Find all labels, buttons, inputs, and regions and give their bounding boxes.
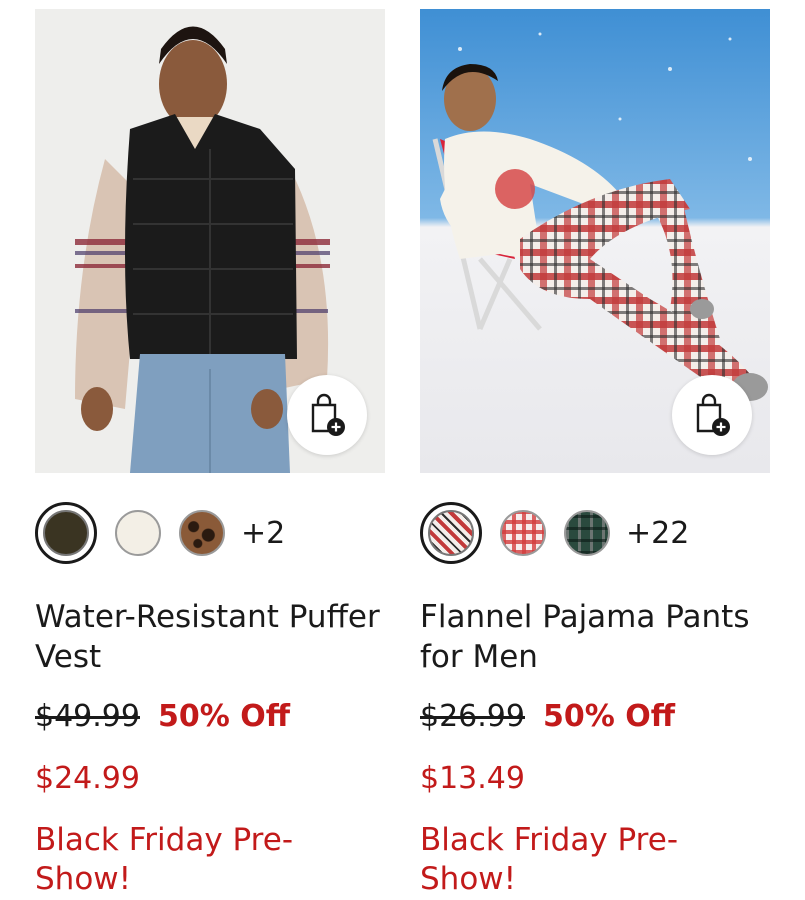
price-row: $26.99 50% Off xyxy=(420,699,675,734)
add-to-bag-button[interactable] xyxy=(287,375,367,455)
original-price: $26.99 xyxy=(420,699,525,734)
swatch-leopard[interactable] xyxy=(179,510,225,556)
shopping-bag-plus-icon xyxy=(696,393,730,436)
product-title[interactable]: Flannel Pajama Pants for Men xyxy=(420,597,770,677)
color-swatches: +2 xyxy=(35,501,285,565)
add-to-bag-button[interactable] xyxy=(672,375,752,455)
original-price: $49.99 xyxy=(35,699,140,734)
swatch-red-plaid[interactable] xyxy=(420,502,482,564)
product-card[interactable]: +22 Flannel Pajama Pants for Men $26.99 … xyxy=(420,9,770,897)
discount-label: 50% Off xyxy=(157,699,291,734)
swatch-black[interactable] xyxy=(35,502,97,564)
more-colors-count[interactable]: +2 xyxy=(241,516,285,551)
product-image[interactable] xyxy=(35,9,385,473)
promo-text: Black Friday Pre-Show! xyxy=(420,822,679,897)
swatch-green-plaid[interactable] xyxy=(564,510,610,556)
swatch-red-white-plaid[interactable] xyxy=(500,510,546,556)
product-title[interactable]: Water-Resistant Puffer Vest xyxy=(35,597,385,677)
discount-label: 50% Off xyxy=(542,699,676,734)
sale-price: $24.99 xyxy=(35,761,140,796)
product-image[interactable] xyxy=(420,9,770,473)
sale-price: $13.49 xyxy=(420,761,525,796)
product-card[interactable]: +2 Water-Resistant Puffer Vest $49.99 50… xyxy=(35,9,385,897)
color-swatches: +22 xyxy=(420,501,689,565)
swatch-cream[interactable] xyxy=(115,510,161,556)
promo-text: Black Friday Pre-Show! xyxy=(35,822,294,897)
price-row: $49.99 50% Off xyxy=(35,699,290,734)
more-colors-count[interactable]: +22 xyxy=(626,516,689,551)
shopping-bag-plus-icon xyxy=(311,393,345,436)
